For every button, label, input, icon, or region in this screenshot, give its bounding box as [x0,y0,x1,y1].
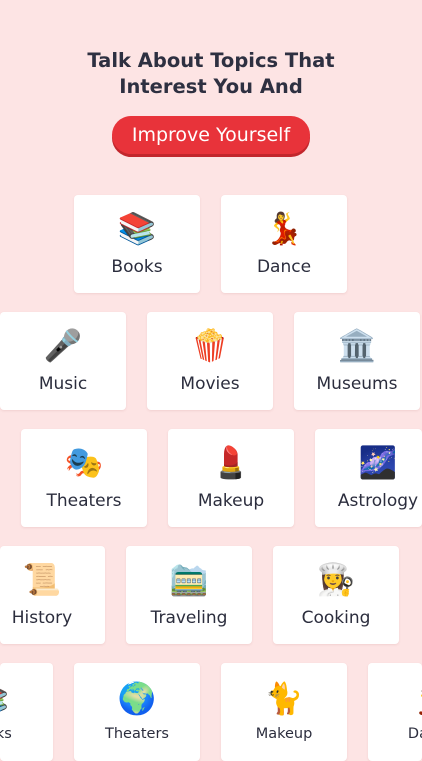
topic-card-astrology[interactable]: 🌌 Astrology [315,429,422,527]
topic-card-museums[interactable]: 🏛️ Museums [294,312,420,410]
cat-icon: 🐈 [264,681,304,717]
topic-label: Music [38,374,88,394]
topic-card-books[interactable]: 📚 Books [0,663,53,761]
topic-label: Astrology [337,491,419,511]
topic-card-books[interactable]: 📚 Books [74,195,200,293]
theater-masks-icon: 🎭 [64,445,104,481]
topic-card-theaters[interactable]: 🌍 Theaters [74,663,200,761]
topic-label: Cooking [301,608,371,628]
dancer-icon: 💃 [264,211,304,247]
mountain-railway-icon: 🚞 [169,562,209,598]
topic-card-traveling[interactable]: 🚞 Traveling [126,546,252,644]
topic-label: Makeup [255,726,313,742]
topic-card-dance[interactable]: 💃 Dance [368,663,422,761]
headline-line-1: Talk About Topics That [87,49,335,72]
topic-label: Dance [407,726,422,742]
topic-card-cooking[interactable]: 👩‍🍳 Cooking [273,546,399,644]
topic-card-dance[interactable]: 💃 Dance [221,195,347,293]
scroll-icon: 📜 [22,562,62,598]
topic-card-makeup[interactable]: 💄 Makeup [168,429,294,527]
topic-label: Traveling [150,608,228,628]
headline: Talk About Topics That Interest You And [0,48,422,100]
dancer-icon: 💃 [368,681,422,717]
topic-card-music[interactable]: 🎤 Music [0,312,126,410]
topic-label: Movies [180,374,240,394]
topic-label: Theaters [105,726,169,742]
books-icon: 📚 [0,681,53,717]
improve-yourself-badge: Improve Yourself [112,116,310,154]
topic-card-makeup[interactable]: 🐈 Makeup [221,663,347,761]
headline-line-2: Interest You And [119,75,303,98]
museum-icon: 🏛️ [337,328,377,364]
topic-label: Books [0,726,12,742]
topic-card-history[interactable]: 📜 History [0,546,105,644]
topic-card-movies[interactable]: 🍿 Movies [147,312,273,410]
topic-label: Books [111,257,163,277]
books-icon: 📚 [117,211,157,247]
lipstick-icon: 💄 [211,445,251,481]
topic-label: Makeup [197,491,265,511]
microphone-icon: 🎤 [43,328,83,364]
globe-icon: 🌍 [117,681,157,717]
topic-label: Museums [316,374,398,394]
topic-label: Dance [256,257,312,277]
topic-card-theaters[interactable]: 🎭 Theaters [21,429,147,527]
topic-label: History [11,608,73,628]
topic-label: Theaters [46,491,122,511]
milky-way-icon: 🌌 [358,445,398,481]
cook-icon: 👩‍🍳 [316,562,356,598]
popcorn-icon: 🍿 [190,328,230,364]
